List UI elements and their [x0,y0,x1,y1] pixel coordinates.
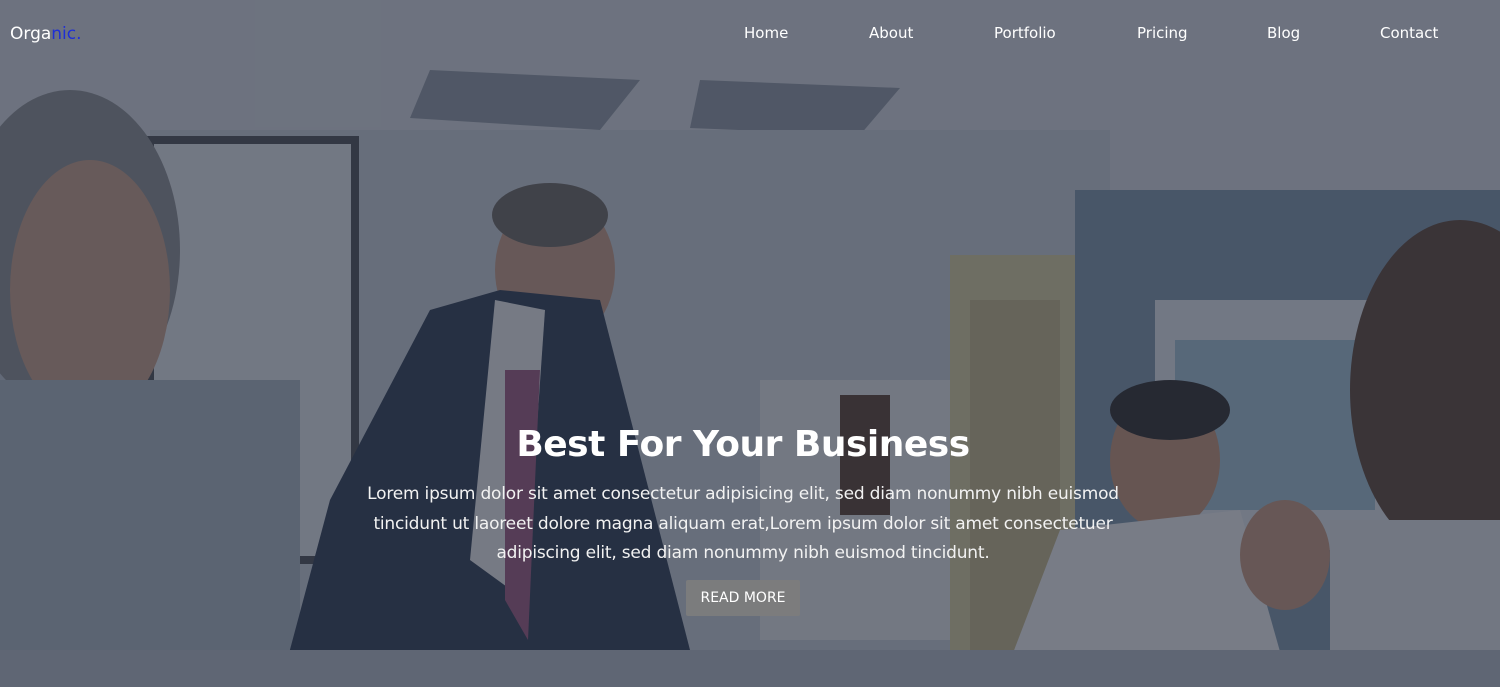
nav-item-about[interactable]: About [869,24,913,42]
hero-title: Best For Your Business [516,424,970,465]
main-nav: Home About Portfolio Pricing Blog Contac… [0,24,1500,46]
nav-item-home[interactable]: Home [744,24,788,42]
nav-item-blog[interactable]: Blog [1267,24,1300,42]
read-more-button[interactable]: READ MORE [686,580,800,616]
nav-item-contact[interactable]: Contact [1380,24,1438,42]
nav-item-portfolio[interactable]: Portfolio [994,24,1056,42]
hero-description: Lorem ipsum dolor sit amet consectetur a… [367,484,1119,563]
nav-item-pricing[interactable]: Pricing [1137,24,1188,42]
